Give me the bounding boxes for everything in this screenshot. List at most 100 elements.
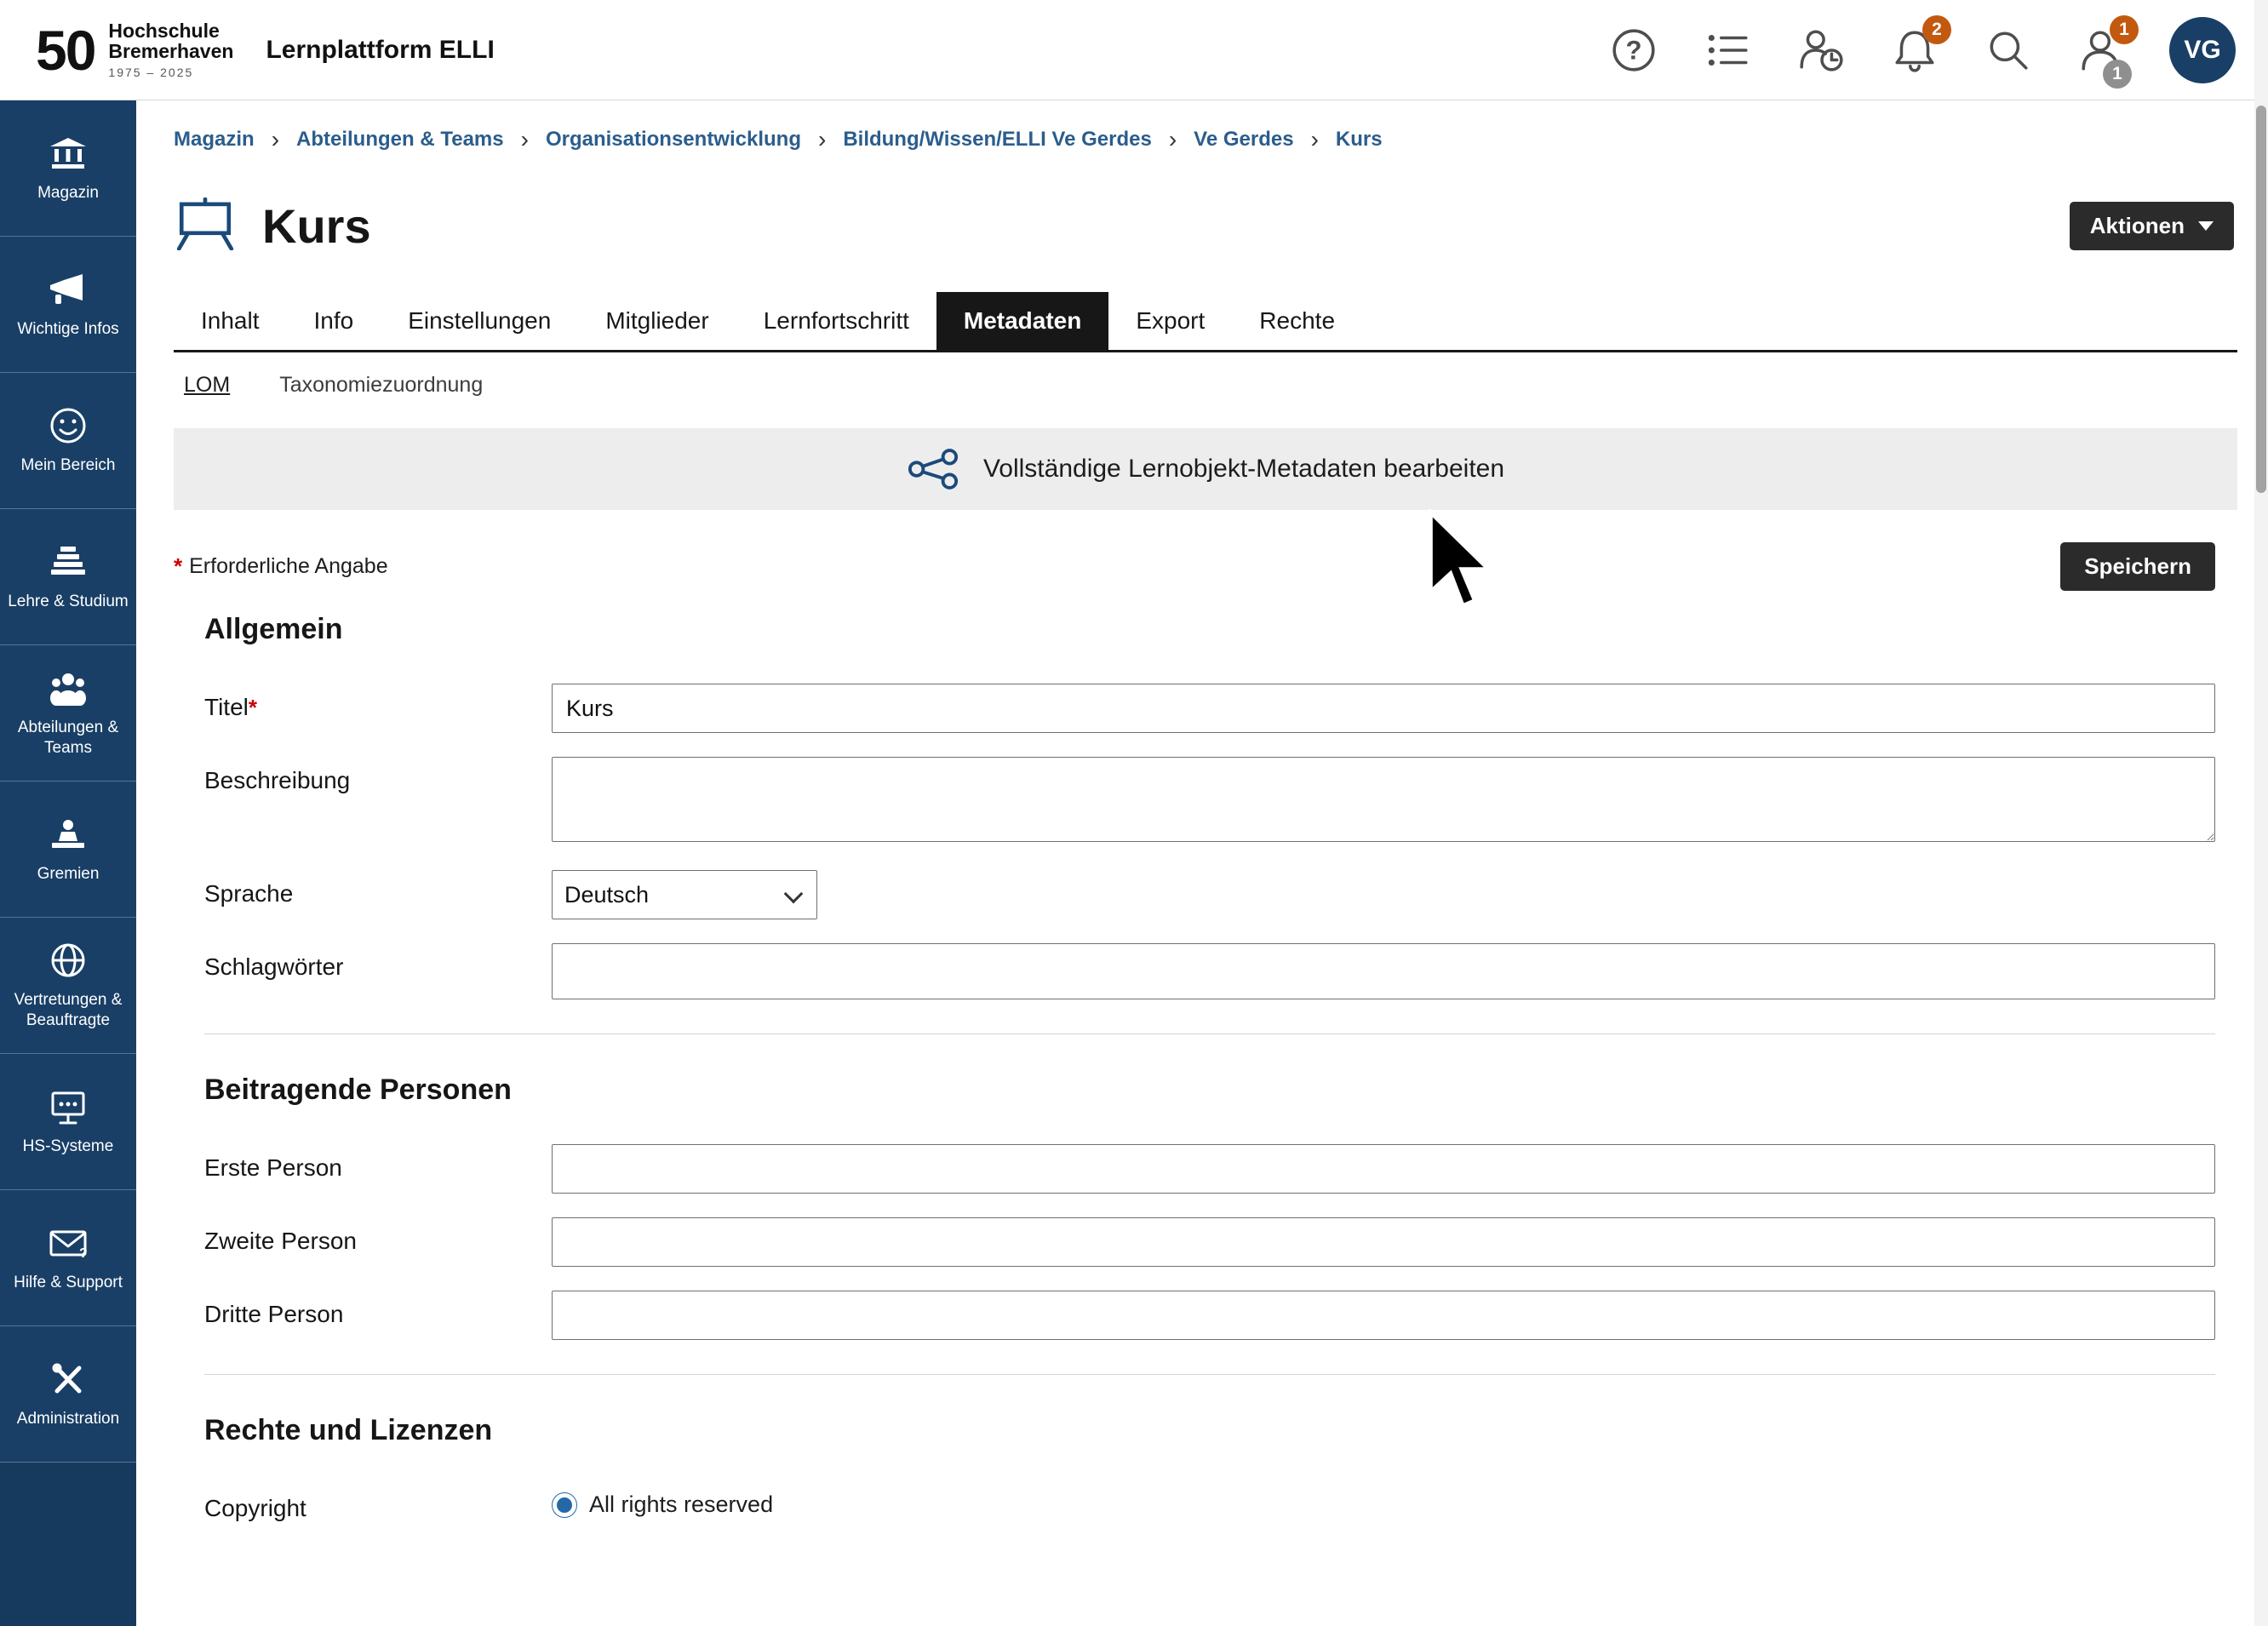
sprache-label: Sprache	[204, 870, 552, 907]
breadcrumb-item-bildung-wissen[interactable]: Bildung/Wissen/ELLI Ve Gerdes	[843, 128, 1152, 152]
caret-down-icon	[2198, 221, 2214, 231]
tab-mitglieder[interactable]: Mitglieder	[578, 292, 736, 350]
share-nodes-icon	[907, 449, 959, 490]
required-asterisk: *	[174, 553, 182, 580]
search-button[interactable]	[1982, 24, 2035, 77]
sidebar-item-administration[interactable]: Administration	[0, 1326, 136, 1463]
breadcrumb-separator: ›	[1311, 126, 1319, 153]
section-heading-beitragende: Beitragende Personen	[204, 1074, 2215, 1107]
smiley-icon	[49, 406, 88, 445]
breadcrumb-separator: ›	[272, 126, 279, 153]
main-sidebar: Magazin Wichtige Infos Mein Bereich Lehr…	[0, 100, 136, 1626]
scrollbar[interactable]	[2254, 0, 2268, 1626]
breadcrumb: Magazin › Abteilungen & Teams › Organisa…	[174, 126, 2237, 153]
breadcrumb-separator: ›	[818, 126, 826, 153]
actions-button[interactable]: Aktionen	[2070, 202, 2234, 250]
sprache-select-wrap: Deutsch	[552, 870, 817, 919]
dritte-person-input[interactable]	[552, 1291, 2215, 1340]
zweite-person-row: Zweite Person	[204, 1217, 2215, 1267]
breadcrumb-item-organisationsentwicklung[interactable]: Organisationsentwicklung	[546, 128, 801, 152]
tab-info[interactable]: Info	[287, 292, 381, 350]
dritte-person-label: Dritte Person	[204, 1291, 552, 1328]
save-button[interactable]: Speichern	[2060, 542, 2215, 591]
subtab-taxonomiezuordnung[interactable]: Taxonomiezuordnung	[279, 373, 483, 398]
sidebar-item-mein-bereich[interactable]: Mein Bereich	[0, 373, 136, 509]
megaphone-icon	[49, 270, 88, 309]
tab-einstellungen[interactable]: Einstellungen	[381, 292, 578, 350]
beschreibung-row: Beschreibung	[204, 757, 2215, 846]
erste-person-label: Erste Person	[204, 1144, 552, 1182]
dritte-person-row: Dritte Person	[204, 1291, 2215, 1340]
breadcrumb-item-magazin[interactable]: Magazin	[174, 128, 255, 152]
banner-label: Vollständige Lernobjekt-Metadaten bearbe…	[983, 455, 1504, 484]
beschreibung-label: Beschreibung	[204, 757, 552, 794]
header-icon-bar: ?	[1607, 17, 2268, 83]
svg-text:?: ?	[79, 1246, 88, 1261]
titel-input[interactable]	[552, 684, 2215, 733]
tab-lernfortschritt[interactable]: Lernfortschritt	[736, 292, 936, 350]
titel-row: Titel*	[204, 684, 2215, 733]
logo-50-mark: 50	[36, 18, 94, 83]
svg-text:?: ?	[1625, 35, 1641, 65]
contacts-button[interactable]: 1 1	[2076, 24, 2128, 77]
copyright-all-rights-radio[interactable]	[552, 1492, 577, 1518]
edit-full-metadata-banner[interactable]: Vollständige Lernobjekt-Metadaten bearbe…	[174, 428, 2237, 510]
sidebar-item-vertretungen[interactable]: Vertretungen & Beauftragte	[0, 918, 136, 1054]
zweite-person-label: Zweite Person	[204, 1217, 552, 1255]
breadcrumb-separator: ›	[1169, 126, 1177, 153]
tab-metadaten[interactable]: Metadaten	[936, 292, 1108, 350]
section-divider	[204, 1374, 2215, 1375]
required-note-row: * Erforderliche Angabe Speichern	[174, 542, 2237, 591]
bank-icon	[49, 134, 88, 173]
books-icon	[49, 542, 88, 581]
sidebar-item-hilfe-support[interactable]: ? Hilfe & Support	[0, 1190, 136, 1326]
section-heading-rechte: Rechte und Lizenzen	[204, 1414, 2215, 1447]
sidebar-item-hs-systeme[interactable]: HS-Systeme	[0, 1054, 136, 1190]
copyright-row: Copyright All rights reserved	[204, 1485, 2215, 1522]
mail-help-icon: ?	[49, 1223, 88, 1262]
help-button[interactable]: ?	[1607, 24, 1660, 77]
required-note: Erforderliche Angabe	[189, 554, 387, 579]
sidebar-item-magazin[interactable]: Magazin	[0, 100, 136, 237]
breadcrumb-item-abteilungen-teams[interactable]: Abteilungen & Teams	[296, 128, 504, 152]
sidebar-item-gremien[interactable]: Gremien	[0, 782, 136, 918]
contacts-badge: 1	[2110, 15, 2139, 44]
tab-bar: Inhalt Info Einstellungen Mitglieder Ler…	[174, 292, 2237, 352]
beschreibung-textarea[interactable]	[552, 757, 2215, 842]
scrollbar-thumb[interactable]	[2256, 106, 2266, 493]
university-logo[interactable]: 50 Hochschule Bremerhaven 1975 – 2025	[0, 18, 233, 83]
titel-label: Titel*	[204, 684, 552, 721]
sprache-select[interactable]: Deutsch	[552, 870, 817, 919]
list-icon	[1704, 26, 1751, 74]
user-avatar[interactable]: VG	[2169, 17, 2236, 83]
metadata-form: Allgemein Titel* Beschreibung Sprache De…	[174, 613, 2237, 1522]
schlagwoerter-row: Schlagwörter	[204, 943, 2215, 999]
notification-badge: 2	[1922, 15, 1951, 44]
subtab-lom[interactable]: LOM	[184, 373, 230, 398]
sidebar-item-abteilungen-teams[interactable]: Abteilungen & Teams	[0, 645, 136, 782]
schlagwoerter-input[interactable]	[552, 943, 2215, 999]
sidebar-item-wichtige-infos[interactable]: Wichtige Infos	[0, 237, 136, 373]
zweite-person-input[interactable]	[552, 1217, 2215, 1267]
breadcrumb-item-ve-gerdes[interactable]: Ve Gerdes	[1194, 128, 1293, 152]
sidebar-item-lehre-studium[interactable]: Lehre & Studium	[0, 509, 136, 645]
page-title-row: Kurs Aktionen	[174, 198, 2237, 255]
help-icon: ?	[1610, 26, 1658, 74]
monitor-icon	[49, 1087, 88, 1126]
tab-inhalt[interactable]: Inhalt	[174, 292, 287, 350]
user-clock-icon	[1797, 26, 1845, 74]
search-icon	[1984, 26, 2032, 74]
app-title: Lernplattform ELLI	[266, 36, 494, 65]
erste-person-input[interactable]	[552, 1144, 2215, 1194]
tab-rechte[interactable]: Rechte	[1232, 292, 1362, 350]
awareness-button[interactable]	[1795, 24, 1847, 77]
tab-export[interactable]: Export	[1108, 292, 1232, 350]
section-heading-allgemein: Allgemein	[204, 613, 2215, 646]
section-divider	[204, 1033, 2215, 1034]
task-list-button[interactable]	[1701, 24, 1754, 77]
committee-icon	[49, 815, 88, 854]
notifications-button[interactable]: 2	[1888, 24, 1941, 77]
globe-people-icon	[49, 941, 88, 980]
logo-text: Hochschule Bremerhaven 1975 – 2025	[108, 20, 233, 80]
breadcrumb-item-kurs[interactable]: Kurs	[1336, 128, 1383, 152]
